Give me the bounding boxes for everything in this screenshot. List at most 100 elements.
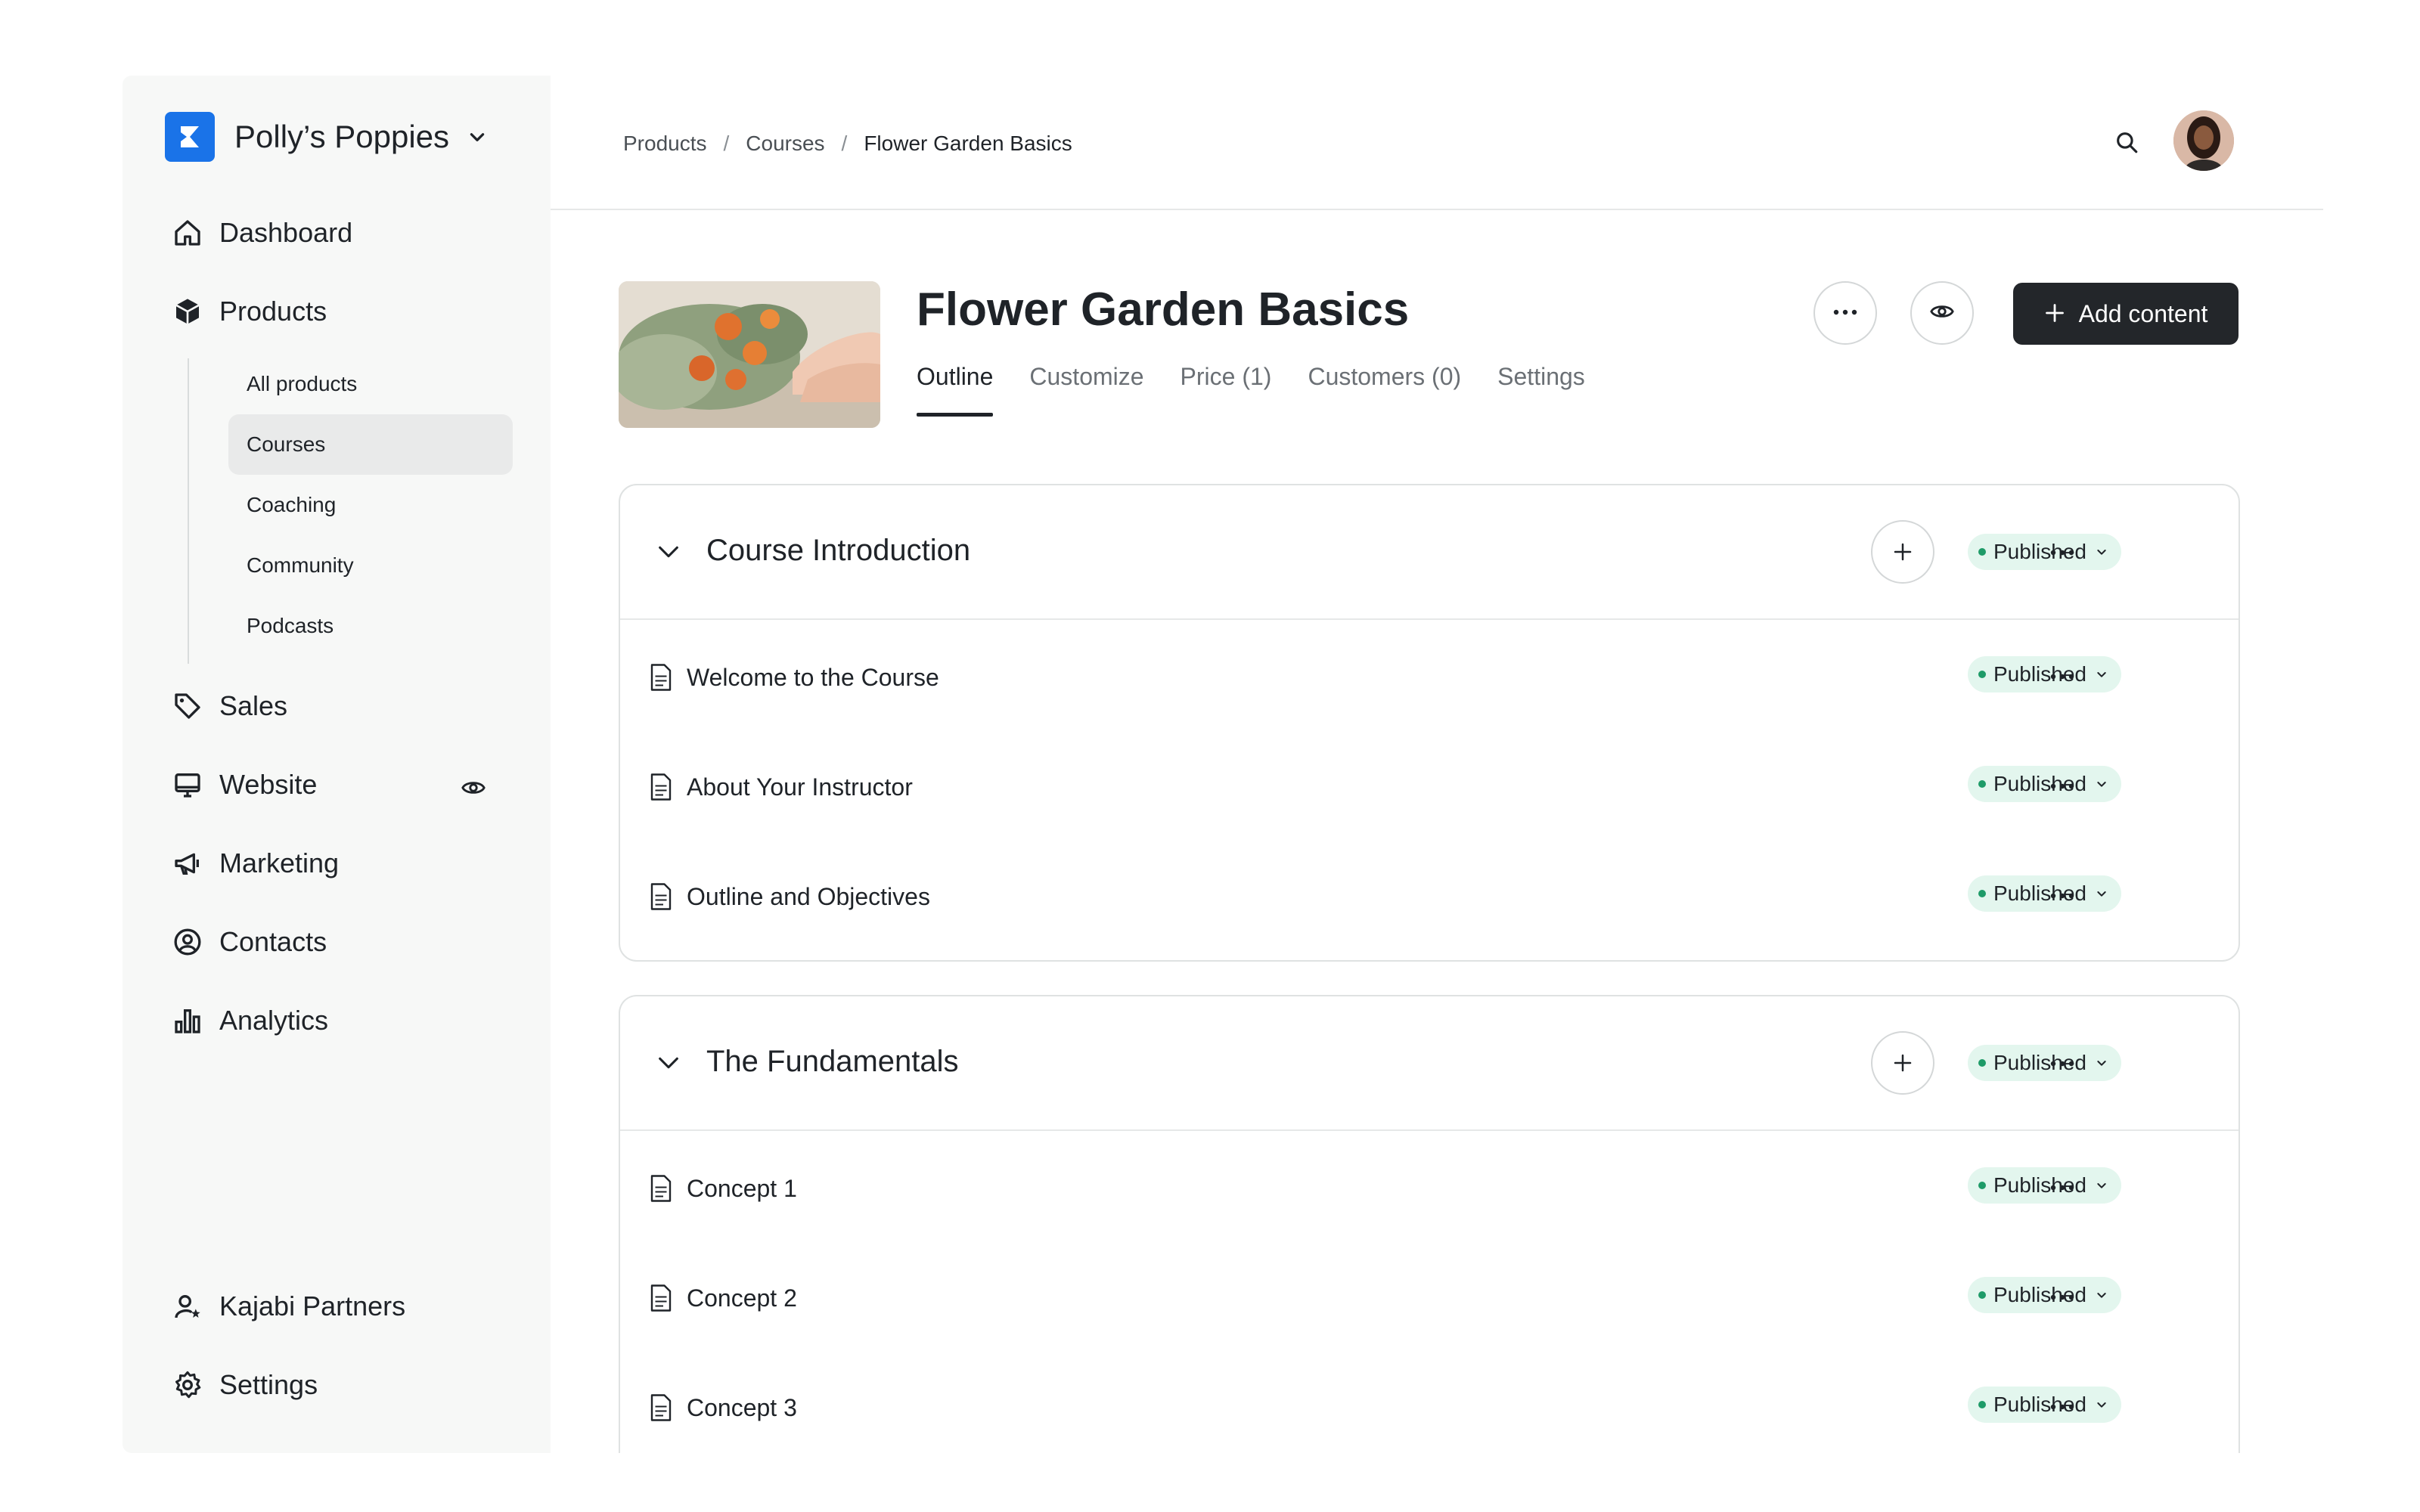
chevron-down-icon[interactable] xyxy=(652,535,685,569)
bar-chart-icon xyxy=(171,1004,204,1037)
add-content-button[interactable]: Add content xyxy=(2013,283,2238,345)
course-thumbnail xyxy=(619,281,880,428)
page-title: Flower Garden Basics xyxy=(917,284,1410,336)
sidebar-item-label: Marketing xyxy=(219,847,340,878)
more-horizontal-icon[interactable] xyxy=(2043,541,2081,564)
more-horizontal-icon xyxy=(1832,306,1858,320)
kajabi-logo-icon xyxy=(165,112,215,162)
course-tabs: Outline Customize Price (1) Customers (0… xyxy=(917,363,1621,417)
eye-icon[interactable] xyxy=(457,771,490,804)
chevron-down-icon xyxy=(2096,1399,2108,1411)
more-horizontal-icon[interactable] xyxy=(2043,1286,2081,1309)
section-header: The Fundamentals Published xyxy=(620,996,2238,1131)
document-icon xyxy=(649,1394,673,1421)
status-dot xyxy=(1978,1401,1986,1408)
sidebar-item-website[interactable]: Website xyxy=(171,762,317,807)
status-dot xyxy=(1978,548,1986,556)
chevron-down-icon xyxy=(2096,1289,2108,1301)
plus-icon xyxy=(2044,299,2065,329)
sidebar-subitem-coaching[interactable]: Coaching xyxy=(228,475,513,535)
lesson-row[interactable]: About Your Instructor Published xyxy=(620,730,2238,839)
subnav-line xyxy=(188,358,189,664)
status-dot xyxy=(1978,780,1986,788)
lesson-row[interactable]: Concept 1 Published xyxy=(620,1131,2238,1241)
tag-icon xyxy=(171,689,204,723)
tab-outline[interactable]: Outline xyxy=(917,363,994,417)
brand-switcher[interactable]: Polly’s Poppies xyxy=(165,112,490,162)
brand-name: Polly’s Poppies xyxy=(234,119,450,154)
document-icon xyxy=(649,883,673,910)
box-icon xyxy=(171,295,204,328)
lesson-title: Concept 1 xyxy=(687,1175,797,1202)
tab-price[interactable]: Price (1) xyxy=(1181,363,1272,416)
add-lesson-button[interactable] xyxy=(1871,520,1934,584)
preview-button[interactable] xyxy=(1910,281,1974,345)
more-horizontal-icon[interactable] xyxy=(2043,885,2081,907)
sidebar-subitem-podcasts[interactable]: Podcasts xyxy=(228,596,513,656)
sidebar-item-kajabi-partners[interactable]: Kajabi Partners xyxy=(171,1284,405,1329)
sidebar-item-label: Products xyxy=(219,296,327,327)
tab-customers[interactable]: Customers (0) xyxy=(1308,363,1461,416)
lesson-row[interactable]: Welcome to the Course Published xyxy=(620,620,2238,730)
sidebar-item-contacts[interactable]: Contacts xyxy=(171,919,327,965)
sidebar-item-label: Dashboard xyxy=(219,217,353,248)
more-horizontal-icon[interactable] xyxy=(2043,1176,2081,1199)
sidebar-subitem-community[interactable]: Community xyxy=(228,535,513,596)
partner-icon xyxy=(171,1290,204,1323)
topbar: Products / Courses / Flower Garden Basic… xyxy=(551,76,2323,210)
lesson-title: Concept 2 xyxy=(687,1284,797,1312)
home-icon xyxy=(171,216,204,249)
breadcrumb-current: Flower Garden Basics xyxy=(864,132,1072,155)
sidebar-subitem-all-products[interactable]: All products xyxy=(228,354,513,414)
sidebar-item-analytics[interactable]: Analytics xyxy=(171,998,328,1043)
sidebar-item-dashboard[interactable]: Dashboard xyxy=(171,210,352,256)
more-horizontal-icon[interactable] xyxy=(2043,665,2081,688)
sidebar-item-sales[interactable]: Sales xyxy=(171,683,287,729)
chevron-down-icon xyxy=(2096,778,2108,790)
sidebar-item-marketing[interactable]: Marketing xyxy=(171,841,339,886)
lesson-title: Concept 3 xyxy=(687,1394,797,1421)
avatar[interactable] xyxy=(2173,110,2234,171)
megaphone-icon xyxy=(171,847,204,880)
more-horizontal-icon[interactable] xyxy=(2043,1396,2081,1418)
sidebar-item-settings[interactable]: Settings xyxy=(171,1362,318,1408)
sidebar-item-label: Sales xyxy=(219,690,288,721)
lesson-row[interactable]: Concept 3 Published xyxy=(620,1350,2238,1453)
tab-settings[interactable]: Settings xyxy=(1497,363,1585,416)
lesson-title: Welcome to the Course xyxy=(687,664,939,691)
tab-customize[interactable]: Customize xyxy=(1029,363,1143,416)
document-icon xyxy=(649,664,673,691)
breadcrumb-separator: / xyxy=(841,132,848,155)
plus-icon xyxy=(1894,543,1912,561)
status-dot xyxy=(1978,1059,1986,1067)
add-lesson-button[interactable] xyxy=(1871,1031,1934,1095)
breadcrumb: Products / Courses / Flower Garden Basic… xyxy=(623,132,1072,156)
section-card-the-fundamentals: The Fundamentals Published Concept 1 Pub… xyxy=(619,995,2240,1453)
add-content-label: Add content xyxy=(2078,299,2208,327)
more-horizontal-icon[interactable] xyxy=(2043,1052,2081,1075)
breadcrumb-products[interactable]: Products xyxy=(623,132,707,156)
section-title: Course Introduction xyxy=(706,534,971,567)
search-icon[interactable] xyxy=(2110,125,2143,159)
sidebar-item-products[interactable]: Products xyxy=(171,289,327,334)
section-header: Course Introduction Published xyxy=(620,485,2238,620)
lesson-row[interactable]: Concept 2 Published xyxy=(620,1241,2238,1350)
plus-icon xyxy=(1894,1054,1912,1072)
sidebar-subitem-courses[interactable]: Courses xyxy=(228,414,513,475)
status-dot xyxy=(1978,1291,1986,1299)
eye-icon xyxy=(1929,299,1955,328)
document-icon xyxy=(649,1175,673,1202)
more-options-button[interactable] xyxy=(1813,281,1877,345)
app-window: Polly’s Poppies Dashboard Products All p… xyxy=(0,0,2420,1512)
sidebar-item-label: Contacts xyxy=(219,926,327,957)
lesson-row[interactable]: Outline and Objectives Published xyxy=(620,839,2238,949)
contact-icon xyxy=(171,925,204,959)
section-title: The Fundamentals xyxy=(706,1045,959,1078)
chevron-down-icon xyxy=(2096,1057,2108,1069)
sidebar: Polly’s Poppies Dashboard Products All p… xyxy=(123,76,551,1453)
chevron-down-icon[interactable] xyxy=(652,1046,685,1080)
more-horizontal-icon[interactable] xyxy=(2043,775,2081,798)
breadcrumb-courses[interactable]: Courses xyxy=(746,132,824,156)
chevron-down-icon xyxy=(2096,1179,2108,1191)
chevron-down-icon xyxy=(2096,888,2108,900)
